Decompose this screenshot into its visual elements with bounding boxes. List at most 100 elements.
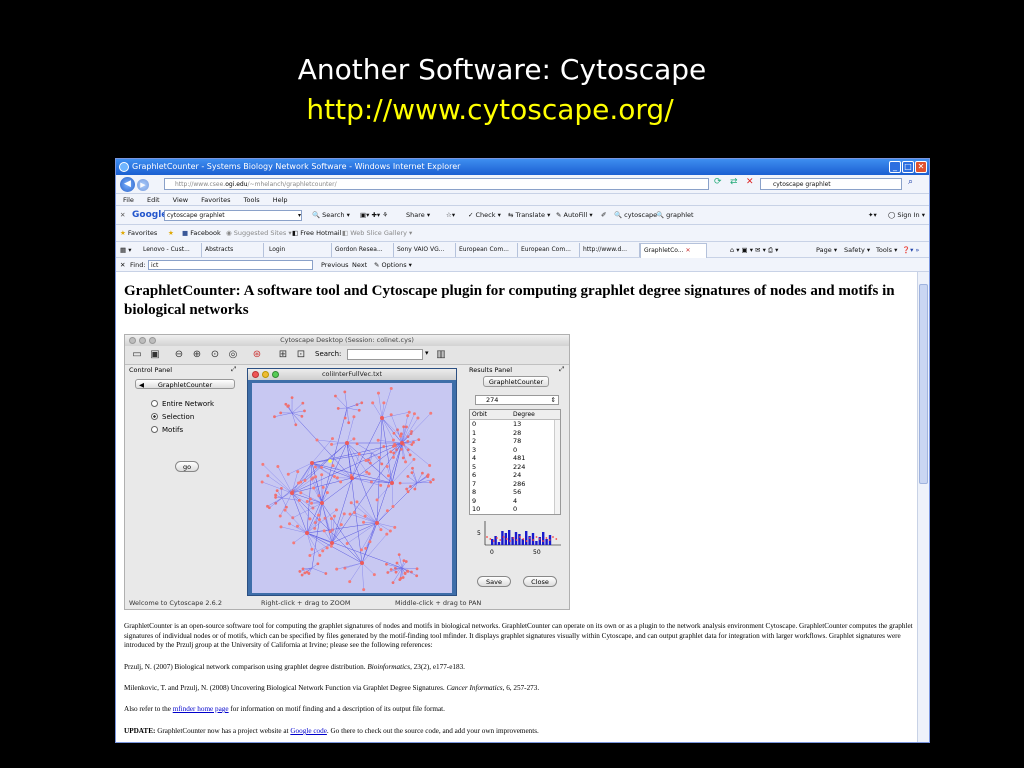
- bookmark-icon[interactable]: ☆▾: [446, 206, 455, 225]
- menu-tools[interactable]: Tools: [244, 196, 260, 204]
- find-next-button[interactable]: Next: [352, 258, 367, 272]
- minimize-button[interactable]: _: [889, 161, 901, 173]
- find-options-button[interactable]: ✎ Options ▾: [374, 258, 412, 272]
- autofill-button[interactable]: ✎ AutoFill ▾: [556, 206, 593, 225]
- tab-login[interactable]: Login: [266, 243, 332, 257]
- add-favorite-icon[interactable]: ★: [168, 225, 174, 242]
- zoom-out-icon[interactable]: ⊖: [173, 349, 185, 361]
- network-node: [376, 438, 380, 442]
- tab-lenovo[interactable]: Lenovo - Cust...: [140, 243, 202, 257]
- net-close-dot[interactable]: [252, 371, 259, 378]
- safety-menu[interactable]: Safety ▾: [844, 242, 870, 258]
- network-graph[interactable]: [252, 383, 452, 593]
- menu-edit[interactable]: Edit: [147, 196, 160, 204]
- net-zoom-dot[interactable]: [272, 371, 279, 378]
- google-search-input[interactable]: cytoscape graphlet: [164, 210, 302, 221]
- term-graphlet[interactable]: 🔍 graphlet: [656, 206, 694, 225]
- menu-favorites[interactable]: Favorites: [201, 196, 230, 204]
- tab-http[interactable]: http://www.d...: [580, 243, 640, 257]
- quick-tabs-icon[interactable]: ▦ ▾: [120, 242, 131, 258]
- tools-menu[interactable]: Tools ▾: [876, 242, 897, 258]
- page-menu[interactable]: Page ▾: [816, 242, 837, 258]
- zoom-selected-icon[interactable]: ⊙: [209, 349, 221, 361]
- net-min-dot[interactable]: [262, 371, 269, 378]
- filter-icon[interactable]: ▥: [435, 349, 447, 361]
- wrench-icon[interactable]: ✦▾: [868, 206, 877, 225]
- menu-help[interactable]: Help: [273, 196, 288, 204]
- close-button[interactable]: ✕: [915, 161, 927, 173]
- fav-hotmail[interactable]: ◧ Free Hotmail: [292, 225, 341, 242]
- fav-facebook[interactable]: ■ Facebook: [182, 225, 221, 242]
- maximize-button[interactable]: □: [902, 161, 914, 173]
- network-node: [279, 411, 283, 415]
- home-icon[interactable]: ⌂ ▾ ▣ ▾ ✉ ▾ ⎙ ▾: [730, 242, 778, 258]
- google-search-button[interactable]: 🔍 Search ▾: [312, 206, 350, 225]
- tab-gordon[interactable]: Gordon Resea...: [332, 243, 394, 257]
- radio-selection[interactable]: Selection: [151, 412, 194, 422]
- page-scrollbar-thumb[interactable]: [919, 284, 928, 484]
- dropdown-icon[interactable]: ▾: [298, 206, 301, 225]
- translate-button[interactable]: ⇆ Translate ▾: [508, 206, 550, 225]
- page-scrollbar[interactable]: [917, 272, 929, 742]
- forward-icon[interactable]: ▶: [137, 179, 149, 191]
- go-button[interactable]: go: [175, 461, 199, 472]
- menu-file[interactable]: File: [123, 196, 134, 204]
- share-button[interactable]: Share ▾: [406, 206, 430, 225]
- reference-2: Milenkovic, T. and Przulj, N. (2008) Unc…: [124, 684, 914, 694]
- network-node: [382, 445, 386, 448]
- highlight-icon[interactable]: ✐: [601, 206, 606, 225]
- tab-european-2[interactable]: European Com...: [518, 243, 580, 257]
- select-icon[interactable]: ⊡: [295, 349, 307, 361]
- network-node: [387, 484, 391, 488]
- layout-icon[interactable]: ⊞: [277, 349, 289, 361]
- check-button[interactable]: ✓ Check ▾: [468, 206, 501, 225]
- cyto-search-dropdown-icon[interactable]: ▾: [425, 349, 429, 357]
- control-panel-detach-icon[interactable]: ⤢: [231, 365, 236, 374]
- fav-suggested[interactable]: ◉ Suggested Sites ▾: [226, 225, 292, 242]
- tab-close-icon[interactable]: ✕: [686, 247, 691, 254]
- back-icon[interactable]: ◀: [120, 177, 135, 192]
- tab-graphletcounter[interactable]: GraphletCo... ✕: [640, 243, 707, 258]
- save-icon[interactable]: ▣: [149, 349, 161, 361]
- stop-icon[interactable]: ✕: [746, 177, 754, 187]
- find-input[interactable]: ict: [148, 260, 313, 270]
- toolbar-tools-icons[interactable]: ▣▾ ✚▾ ⚘: [360, 206, 388, 225]
- tab-abstracts[interactable]: Abstracts: [202, 243, 264, 257]
- network-node: [286, 472, 290, 476]
- results-panel-tab[interactable]: GraphletCounter: [483, 376, 549, 387]
- zoom-in-icon[interactable]: ⊕: [191, 349, 203, 361]
- close-find-icon[interactable]: ✕: [120, 258, 125, 272]
- mfinder-link[interactable]: mfinder home page: [173, 705, 229, 713]
- save-button[interactable]: Save: [477, 576, 511, 587]
- compat-icon[interactable]: ⇄: [730, 177, 738, 187]
- tab-sony[interactable]: Sony VAIO VG...: [394, 243, 456, 257]
- url-input[interactable]: http://www.csee.ogi.edu/~mhelanch/graphl…: [164, 178, 709, 190]
- open-folder-icon[interactable]: ▭: [131, 349, 143, 361]
- tab-prev-icon[interactable]: ◀: [139, 380, 144, 390]
- orbit-row[interactable]: 10 0: [470, 505, 554, 514]
- search-icon[interactable]: ⌕: [908, 177, 913, 187]
- node-select[interactable]: 274 ⇕: [475, 395, 559, 405]
- refresh-icon[interactable]: ⟳: [714, 177, 722, 187]
- zoom-fit-icon[interactable]: ◎: [227, 349, 239, 361]
- google-code-link[interactable]: Google code: [290, 727, 327, 735]
- tab-european-1[interactable]: European Com...: [456, 243, 518, 257]
- help-lifebuoy-icon[interactable]: ⊛: [251, 349, 263, 361]
- network-node: [376, 391, 380, 395]
- close-results-button[interactable]: Close: [523, 576, 557, 587]
- orbit-table-scrollbar[interactable]: [554, 420, 560, 514]
- signin-button[interactable]: ◯ Sign In ▾: [888, 206, 925, 225]
- help-icon[interactable]: ❓▾ »: [902, 242, 919, 258]
- fav-webslice[interactable]: ◧ Web Slice Gallery ▾: [342, 225, 412, 242]
- close-toolbar-icon[interactable]: ✕: [120, 206, 125, 225]
- favorites-button[interactable]: ★ Favorites: [120, 225, 157, 242]
- cyto-search-input[interactable]: [347, 349, 423, 360]
- term-cytoscape[interactable]: 🔍 cytoscape: [614, 206, 657, 225]
- control-panel-tab[interactable]: ◀ GraphletCounter: [135, 379, 235, 389]
- radio-entire-network[interactable]: Entire Network: [151, 399, 214, 409]
- find-previous-button[interactable]: Previous: [321, 258, 348, 272]
- network-window-titlebar: coliInterFullVec.txt: [248, 369, 456, 380]
- menu-view[interactable]: View: [173, 196, 188, 204]
- browser-search-input[interactable]: cytoscape graphlet: [760, 178, 902, 190]
- radio-motifs[interactable]: Motifs: [151, 425, 183, 435]
